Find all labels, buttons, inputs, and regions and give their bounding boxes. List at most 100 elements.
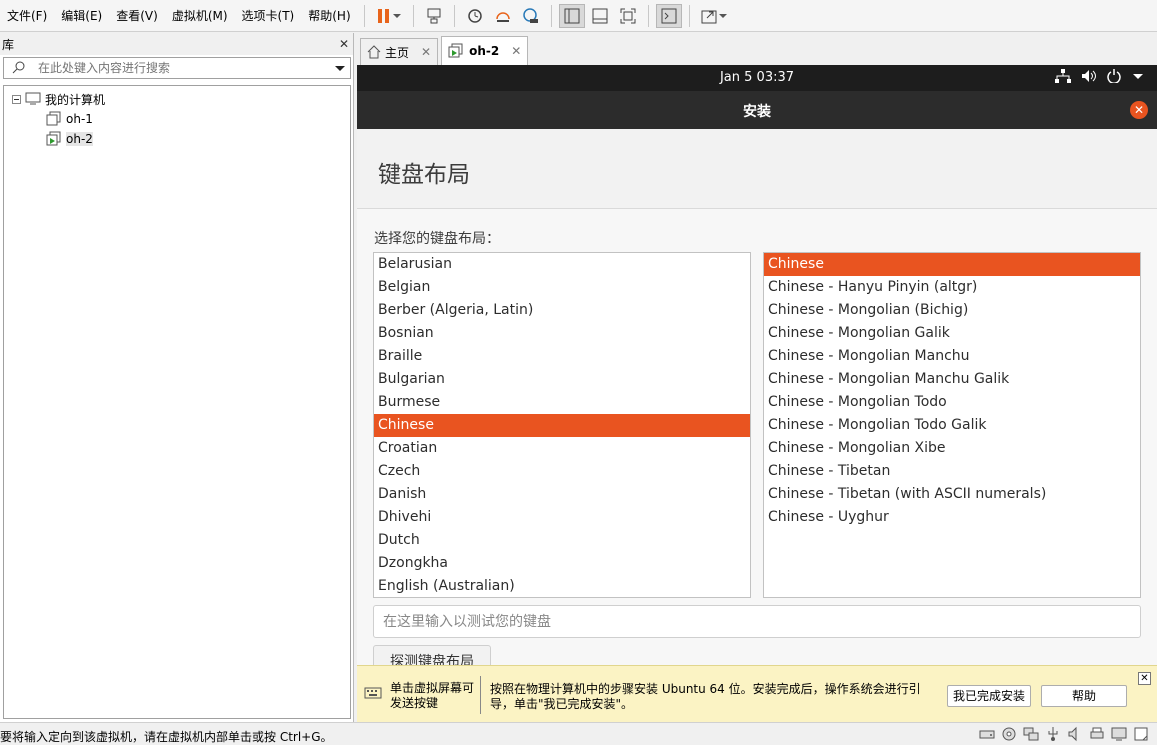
status-bar: 要将输入定向到该虚拟机，请在虚拟机内部单击或按 Ctrl+G。 (0, 722, 1157, 745)
hard-disk-icon[interactable] (979, 726, 995, 742)
pause-button[interactable] (372, 4, 406, 28)
toolbar-divider (453, 4, 455, 27)
variant-row[interactable]: Chinese - Mongolian Manchu Galik (764, 368, 1140, 391)
close-library-icon[interactable]: ✕ (339, 37, 349, 51)
tree-item-my-computer[interactable]: 我的计算机 (4, 89, 350, 109)
finished-install-button[interactable]: 我已完成安装 (947, 685, 1031, 707)
layout-row[interactable]: Belgian (374, 276, 750, 299)
system-tray[interactable] (1055, 69, 1143, 83)
menu-file[interactable]: 文件(F) (0, 4, 54, 28)
printer-icon[interactable] (1089, 726, 1105, 742)
menu-vm[interactable]: 虚拟机(M) (165, 4, 235, 28)
variant-row[interactable]: Chinese - Mongolian Todo (764, 391, 1140, 414)
usb-icon[interactable] (1045, 726, 1061, 742)
toolbar-divider (550, 4, 552, 27)
variant-row[interactable]: Chinese - Mongolian Todo Galik (764, 414, 1140, 437)
sound-card-icon[interactable] (1067, 726, 1083, 742)
show-library-button[interactable] (558, 3, 585, 28)
tree-item-vm[interactable]: oh-1 (4, 109, 350, 129)
page-header (357, 129, 1157, 209)
keyboard-test-input[interactable] (373, 605, 1141, 638)
variant-row[interactable]: Chinese - Hanyu Pinyin (altgr) (764, 276, 1140, 299)
layout-row[interactable]: Belarusian (374, 253, 750, 276)
variant-row[interactable]: Chinese - Mongolian (Bichig) (764, 299, 1140, 322)
layout-row[interactable]: Bosnian (374, 322, 750, 345)
stretch-guest-button[interactable] (697, 4, 731, 28)
thumbnail-bar-icon (592, 8, 608, 23)
layout-row[interactable]: Dutch (374, 529, 750, 552)
tab-label: 主页 (385, 45, 410, 60)
page-title: 键盘布局 (378, 162, 470, 188)
layout-row[interactable]: English (Australian) (374, 575, 750, 597)
network-icon (1055, 69, 1071, 83)
variant-row[interactable]: Chinese - Tibetan (with ASCII numerals) (764, 483, 1140, 506)
revert-icon (495, 11, 510, 22)
message-log-icon[interactable] (1133, 726, 1149, 742)
snapshot-button[interactable] (462, 4, 488, 28)
layout-row[interactable]: Braille (374, 345, 750, 368)
variant-row[interactable]: Chinese - Tibetan (764, 460, 1140, 483)
chevron-down-icon (1133, 73, 1143, 79)
vm-running-icon (46, 131, 61, 146)
layout-row[interactable]: Danish (374, 483, 750, 506)
power-icon (1107, 69, 1121, 83)
layout-row[interactable]: Berber (Algeria, Latin) (374, 299, 750, 322)
vm-screen[interactable]: Jan 5 03:37 安装 ✕ 键盘布局 选择您的键盘布局： Belarusi… (357, 65, 1157, 665)
library-panel: 库 ✕ 我的计算机 oh-1 oh-2 (0, 33, 354, 722)
layout-row[interactable]: Bulgarian (374, 368, 750, 391)
library-search-input[interactable] (26, 61, 333, 75)
layout-row[interactable]: Dhivehi (374, 506, 750, 529)
menu-view[interactable]: 查看(V) (109, 4, 165, 28)
keyboard-variant-list[interactable]: Chinese Chinese - Hanyu Pinyin (altgr) Chi… (763, 252, 1141, 598)
toolbar-divider (647, 4, 649, 27)
snapshot-manager-button[interactable] (518, 4, 544, 28)
menu-edit[interactable]: 编辑(E) (54, 4, 109, 28)
menu-tabs[interactable]: 选项卡(T) (235, 4, 302, 28)
send-ctrl-alt-del-button[interactable] (421, 4, 447, 28)
layout-row[interactable]: Chinese (374, 414, 750, 437)
search-icon (12, 60, 26, 77)
help-button[interactable]: 帮助 (1041, 685, 1127, 707)
tree-item-vm-running[interactable]: oh-2 (4, 129, 350, 149)
hint-message: 按照在物理计算机中的步骤安装 Ubuntu 64 位。安装完成后，操作系统会进行… (490, 682, 921, 711)
layout-prompt: 选择您的键盘布局： (374, 231, 500, 247)
toolbar-divider (412, 4, 414, 27)
installer-titlebar: 安装 ✕ (357, 91, 1157, 129)
tree-item-label: oh-2 (66, 132, 93, 146)
layout-row[interactable]: Burmese (374, 391, 750, 414)
hint-bar: 单击虚拟屏幕可发送按键 按照在物理计算机中的步骤安装 Ubuntu 64 位。安… (357, 665, 1157, 722)
fullscreen-button[interactable] (615, 4, 641, 28)
snapshot-clock-icon (467, 8, 482, 23)
console-icon (661, 8, 677, 23)
variant-row[interactable]: Chinese - Mongolian Manchu (764, 345, 1140, 368)
revert-snapshot-button[interactable] (490, 4, 516, 28)
collapse-icon[interactable] (12, 94, 21, 104)
layout-row[interactable]: Croatian (374, 437, 750, 460)
variant-row[interactable]: Chinese (764, 253, 1140, 276)
console-view-button[interactable] (655, 3, 682, 28)
close-window-button[interactable]: ✕ (1130, 101, 1148, 119)
tree-item-label: 我的计算机 (45, 92, 106, 107)
tab-oh-2[interactable]: oh-2 ✕ (441, 36, 529, 65)
layout-row[interactable]: Czech (374, 460, 750, 483)
layout-row[interactable]: Dzongkha (374, 552, 750, 575)
variant-row[interactable]: Chinese - Mongolian Galik (764, 322, 1140, 345)
detect-layout-button[interactable]: 探测键盘布局 (373, 645, 491, 665)
variant-row[interactable]: Chinese - Mongolian Xibe (764, 437, 1140, 460)
cd-rom-icon[interactable] (1001, 726, 1017, 742)
network-adapter-icon[interactable] (1023, 726, 1039, 742)
library-search (3, 57, 351, 79)
clock[interactable]: Jan 5 03:37 (357, 70, 1157, 85)
stretch-icon (701, 10, 717, 23)
thumbnail-bar-button[interactable] (587, 4, 613, 28)
close-icon[interactable]: ✕ (421, 45, 431, 59)
menu-help[interactable]: 帮助(H) (301, 4, 357, 28)
keyboard-layout-list[interactable]: Belarusian Belgian Berber (Algeria, Latin)… (373, 252, 751, 598)
tab-home[interactable]: 主页 ✕ (360, 38, 439, 65)
close-icon[interactable]: ✕ (511, 44, 521, 58)
chevron-down-icon[interactable] (335, 65, 345, 71)
close-icon[interactable]: ✕ (1138, 672, 1151, 685)
hint-click-to-send: 单击虚拟屏幕可发送按键 (364, 681, 480, 711)
display-icon[interactable] (1111, 726, 1127, 742)
variant-row[interactable]: Chinese - Uyghur (764, 506, 1140, 529)
